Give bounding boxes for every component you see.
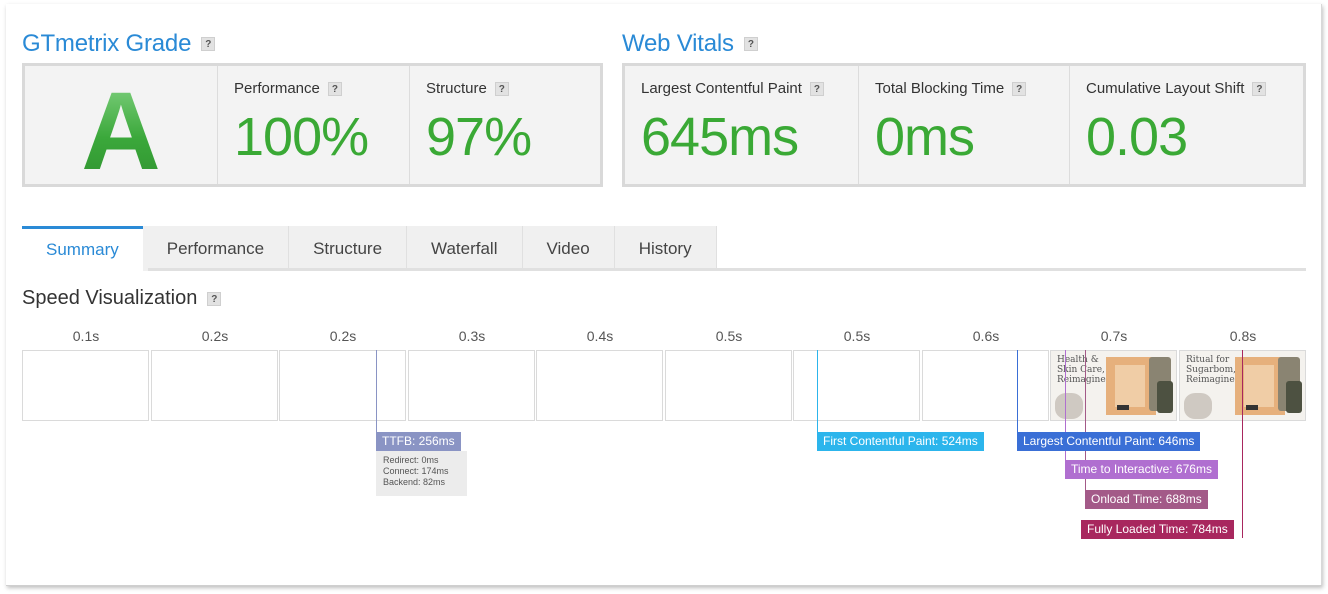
lcp-label-row: Largest Contentful Paint ? bbox=[641, 80, 824, 97]
timeline-tick: 0.3s bbox=[458, 328, 486, 344]
structure-value: 97% bbox=[426, 107, 532, 167]
lcp-value: 645ms bbox=[641, 107, 799, 167]
fcp-marker-line bbox=[817, 350, 818, 432]
tti-marker[interactable]: Time to Interactive: 676ms bbox=[1065, 460, 1218, 479]
filmstrip-frame[interactable] bbox=[922, 350, 1049, 421]
onload-marker[interactable]: Onload Time: 688ms bbox=[1085, 490, 1208, 509]
ttfb-breakdown: Redirect: 0ms Connect: 174ms Backend: 82… bbox=[376, 451, 467, 496]
filmstrip-frame[interactable] bbox=[408, 350, 535, 421]
help-icon[interactable]: ? bbox=[809, 81, 824, 96]
gtmetrix-grade-title: GTmetrix Grade bbox=[22, 30, 192, 57]
timeline-tick: 0.5s bbox=[715, 328, 743, 344]
cls-label: Cumulative Layout Shift bbox=[1086, 80, 1245, 97]
lcp-marker[interactable]: Largest Contentful Paint: 646ms bbox=[1017, 432, 1201, 451]
filmstrip-frame-loaded[interactable]: Health & Skin Care, Reimagined bbox=[1050, 350, 1177, 421]
ttfb-marker[interactable]: TTFB: 256ms bbox=[376, 432, 461, 451]
structure-cell: Structure ? 97% bbox=[409, 66, 600, 184]
web-vitals-heading: Web Vitals ? bbox=[622, 30, 758, 58]
timeline-tick: 0.6s bbox=[972, 328, 1000, 344]
performance-label: Performance bbox=[234, 80, 320, 97]
cls-cell: Cumulative Layout Shift ? 0.03 bbox=[1069, 66, 1303, 184]
tab-history[interactable]: History bbox=[614, 226, 717, 271]
help-icon[interactable]: ? bbox=[327, 81, 342, 96]
lcp-cell: Largest Contentful Paint ? 645ms bbox=[625, 66, 858, 184]
cls-label-row: Cumulative Layout Shift ? bbox=[1086, 80, 1267, 97]
timeline-tick: 0.5s bbox=[843, 328, 871, 344]
ttfb-redirect: Redirect: 0ms bbox=[383, 455, 439, 465]
filmstrip-frame[interactable] bbox=[22, 350, 149, 421]
ttfb-backend: Backend: 82ms bbox=[383, 477, 446, 487]
performance-value: 100% bbox=[234, 107, 369, 167]
help-icon[interactable]: ? bbox=[207, 291, 222, 306]
report-tabs: Summary Performance Structure Waterfall … bbox=[22, 226, 717, 272]
filmstrip-frame[interactable] bbox=[665, 350, 792, 421]
gtmetrix-grade-heading: GTmetrix Grade ? bbox=[22, 30, 216, 58]
fcp-marker[interactable]: First Contentful Paint: 524ms bbox=[817, 432, 984, 451]
timeline-tick: 0.2s bbox=[329, 328, 357, 344]
thumbnail-image bbox=[1115, 365, 1145, 407]
thumbnail-image bbox=[1184, 393, 1212, 419]
fully-loaded-marker-line bbox=[1242, 350, 1243, 538]
speed-visualization-title: Speed Visualization bbox=[22, 287, 198, 309]
help-icon[interactable]: ? bbox=[743, 37, 758, 51]
tbt-label-row: Total Blocking Time ? bbox=[875, 80, 1027, 97]
structure-label-row: Structure ? bbox=[426, 80, 509, 97]
timeline-tick: 0.1s bbox=[72, 328, 100, 344]
timeline-tick: 0.7s bbox=[1100, 328, 1128, 344]
timeline-tick: 0.8s bbox=[1229, 328, 1257, 344]
web-vitals-title: Web Vitals bbox=[622, 30, 734, 57]
cls-value: 0.03 bbox=[1086, 107, 1188, 167]
filmstrip-frame[interactable] bbox=[793, 350, 920, 421]
thumbnail-image bbox=[1286, 381, 1302, 413]
lcp-label: Largest Contentful Paint bbox=[641, 80, 802, 97]
filmstrip-frame[interactable] bbox=[536, 350, 663, 421]
web-vitals-box: Largest Contentful Paint ? 645ms Total B… bbox=[622, 63, 1306, 187]
ttfb-marker-line bbox=[376, 350, 377, 432]
thumbnail-headline: Ritual for Sugarbom, Reimagined bbox=[1186, 355, 1241, 385]
tab-summary[interactable]: Summary bbox=[22, 226, 143, 271]
help-icon[interactable]: ? bbox=[1012, 81, 1027, 96]
help-icon[interactable]: ? bbox=[201, 37, 216, 51]
timeline-tick: 0.4s bbox=[586, 328, 614, 344]
ttfb-connect: Connect: 174ms bbox=[383, 466, 449, 476]
grade-box: A Performance ? 100% Structure ? 97% bbox=[22, 63, 603, 193]
thumbnail-button bbox=[1117, 405, 1129, 410]
tab-waterfall[interactable]: Waterfall bbox=[407, 226, 523, 271]
lcp-marker-line bbox=[1017, 350, 1018, 432]
filmstrip-frame[interactable] bbox=[151, 350, 278, 421]
performance-cell: Performance ? 100% bbox=[217, 66, 409, 184]
structure-label: Structure bbox=[426, 80, 487, 97]
performance-label-row: Performance ? bbox=[234, 80, 342, 97]
help-icon[interactable]: ? bbox=[1252, 81, 1267, 96]
tab-performance[interactable]: Performance bbox=[142, 226, 290, 271]
timeline-tick: 0.2s bbox=[201, 328, 229, 344]
filmstrip-frame[interactable] bbox=[279, 350, 406, 421]
fully-loaded-marker[interactable]: Fully Loaded Time: 784ms bbox=[1081, 520, 1234, 539]
tabs-divider bbox=[148, 268, 1306, 271]
page-thumbnail: Health & Skin Care, Reimagined bbox=[1051, 351, 1176, 420]
thumbnail-image bbox=[1157, 381, 1173, 413]
tab-structure[interactable]: Structure bbox=[289, 226, 408, 271]
tbt-value: 0ms bbox=[875, 107, 975, 167]
help-icon[interactable]: ? bbox=[494, 81, 509, 96]
tbt-label: Total Blocking Time bbox=[875, 80, 1005, 97]
speed-visualization-heading: Speed Visualization ? bbox=[22, 287, 222, 310]
thumbnail-image bbox=[1244, 365, 1274, 407]
tab-video[interactable]: Video bbox=[522, 226, 615, 271]
grade-letter: A bbox=[25, 68, 217, 195]
grade-cell: A bbox=[25, 66, 217, 193]
tbt-cell: Total Blocking Time ? 0ms bbox=[858, 66, 1069, 184]
thumbnail-button bbox=[1246, 405, 1258, 410]
thumbnail-image bbox=[1055, 393, 1083, 419]
